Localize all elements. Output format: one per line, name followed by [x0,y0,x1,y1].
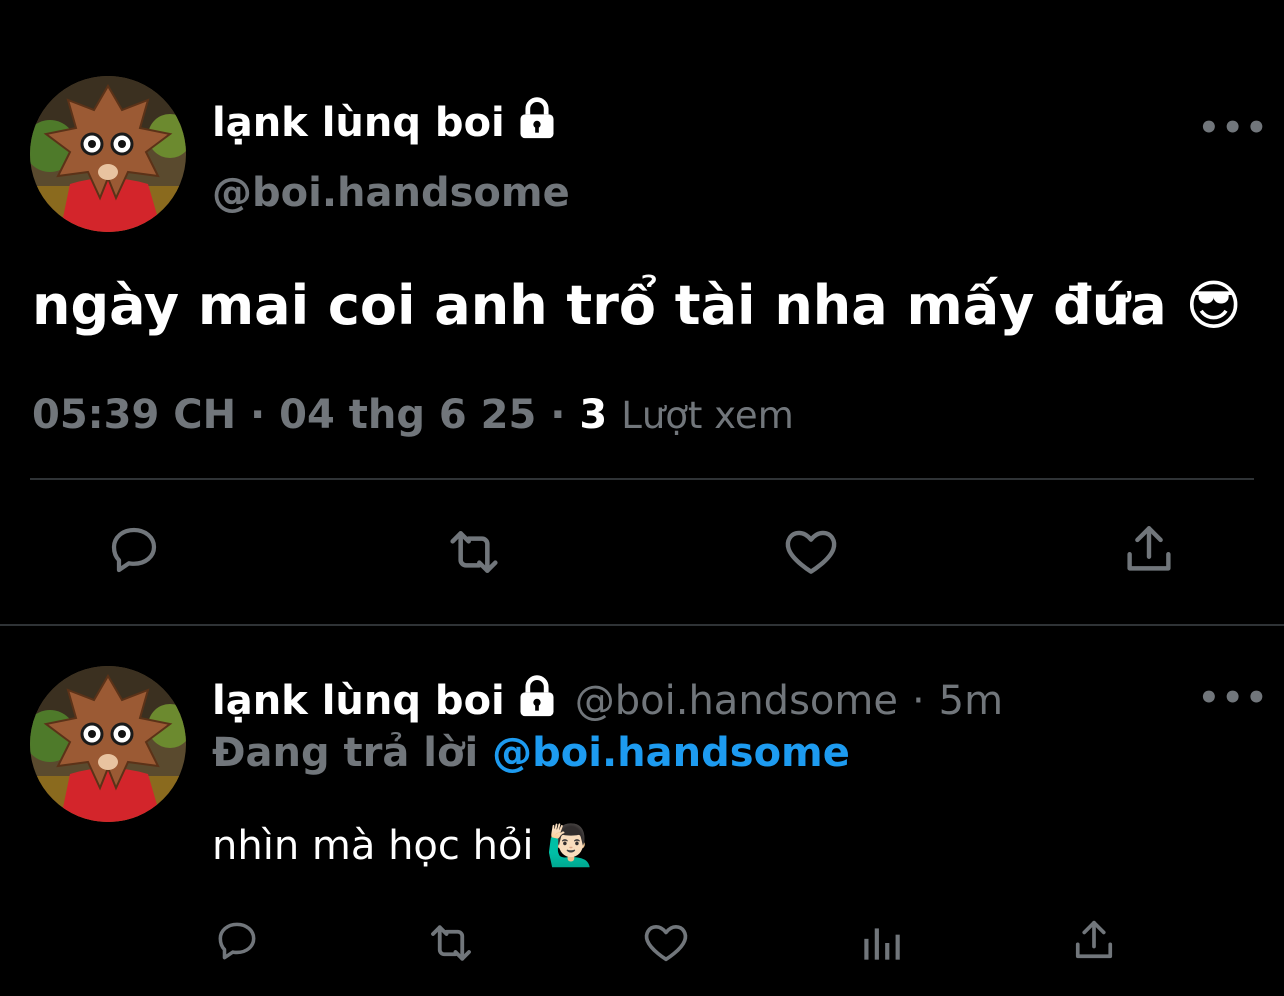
meta-separator: · [250,392,266,438]
reply-separator: · [911,678,925,724]
like-icon[interactable] [780,520,842,582]
retweet-icon[interactable] [442,520,506,584]
reply-text: nhìn mà học hỏi 🙋🏻‍♂️ [212,822,596,869]
meta-separator: · [550,392,566,438]
reply-icon[interactable] [212,916,262,966]
tweet-meta: 05:39 CH · 04 thg 6 25 · 3 Lượt xem [32,392,794,438]
like-icon[interactable] [640,916,692,968]
author-handle[interactable]: @boi.handsome [212,170,570,216]
lock-icon [515,674,559,728]
reply-icon[interactable] [104,520,164,580]
divider [30,478,1254,480]
reply-author-handle[interactable]: @boi.handsome [575,678,898,724]
share-icon[interactable] [1068,914,1120,966]
reply-age[interactable]: 5m [939,678,1003,724]
tweet-time[interactable]: 05:39 CH [32,392,236,438]
reply-text-body: nhìn mà học hỏi [212,823,534,869]
tweet-date[interactable]: 04 thg 6 25 [279,392,536,438]
replying-to-handle[interactable]: @boi.handsome [492,730,850,776]
tweet-text-body: ngày mai coi anh trổ tài nha mấy đứa [32,274,1167,337]
sunglasses-emoji: 😎 [1185,274,1242,337]
replying-to: Đang trả lời @boi.handsome [212,730,850,776]
author-name-text: lạnk lùnq boi [212,100,505,146]
more-options-icon[interactable]: ••• [1198,108,1269,148]
reply-header: lạnk lùnq boi @boi.handsome · 5m [212,674,1003,728]
lock-icon [515,96,559,150]
views-label: Lượt xem [621,394,794,437]
replying-label: Đang trả lời [212,730,479,776]
views-count: 3 [579,392,608,438]
raising-hand-emoji: 🙋🏻‍♂️ [546,823,597,869]
analytics-icon[interactable] [856,918,906,968]
author-name[interactable]: lạnk lùnq boi [212,96,559,150]
divider [0,624,1284,626]
retweet-icon[interactable] [424,916,478,970]
author-avatar[interactable] [30,76,186,232]
reply-more-options-icon[interactable]: ••• [1198,678,1269,718]
tweet-text: ngày mai coi anh trổ tài nha mấy đứa 😎 [32,274,1242,337]
reply-author-name[interactable]: lạnk lùnq boi [212,678,505,724]
share-icon[interactable] [1118,518,1180,580]
reply-author-avatar[interactable] [30,666,186,822]
